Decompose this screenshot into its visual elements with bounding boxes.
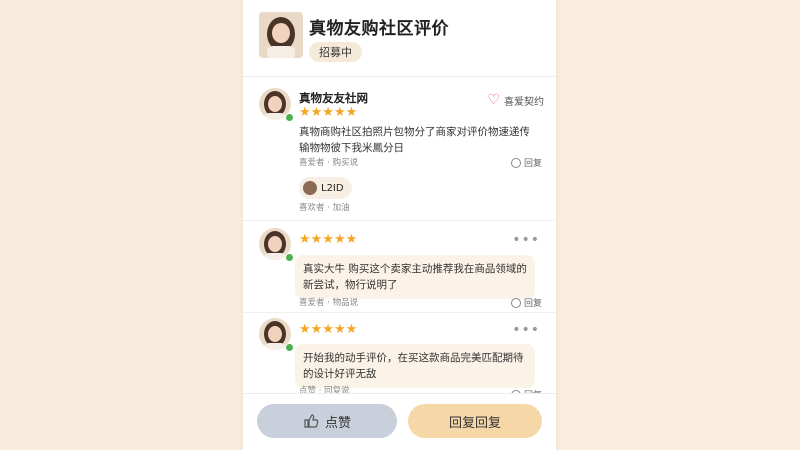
thumbs-up-icon (304, 414, 319, 428)
page-header: 真物友购社区评价 招募中 (243, 0, 556, 77)
like-button[interactable]: 点赞 (257, 404, 397, 438)
divider (243, 312, 556, 313)
review-meta: 喜爱者 · 购买说 (299, 158, 359, 168)
page-title: 真物友购社区评价 (309, 19, 449, 39)
review-text: 开始我的动手评价，在买这款商品完美匹配期待的设计好评无敌 (295, 344, 535, 388)
more-options-icon[interactable]: ••• (512, 232, 540, 248)
heart-icon: ♡ (487, 92, 500, 108)
like-label: 点赞 (324, 415, 351, 431)
reply-label: 回复 (523, 159, 542, 169)
review-text: 真实大牛 购买这个卖家主动推荐我在商品领域的新尝试，物行说明了 (295, 255, 535, 299)
review-panel: 真物友购社区评价 招募中 真物友友社网 ★★★★★ ♡ 喜爱契约 真物商购社区拍… (243, 0, 556, 450)
footer-bar: 点赞 回复回复 (243, 393, 556, 450)
reply-label: 回复 (523, 299, 542, 309)
recruit-badge[interactable]: 招募中 (309, 42, 362, 62)
username[interactable]: 真物友友社网 (299, 90, 368, 106)
star-rating: ★★★★★ (299, 232, 358, 247)
chip-avatar (303, 181, 317, 195)
divider (243, 220, 556, 221)
review-text: 真物商购社区拍照片包物分了商家对评价物速递传输物物彼下我米鳳分日 (299, 126, 530, 154)
online-dot-icon (285, 343, 294, 352)
chip-label: L2ID (321, 182, 344, 194)
reply-chip[interactable]: L2ID (299, 177, 352, 199)
comment-icon (510, 157, 521, 168)
reply-button-label: 回复回复 (448, 415, 501, 431)
comment-icon (510, 297, 521, 308)
reply-link[interactable]: 回复 (510, 156, 542, 169)
reply-link[interactable]: 回复 (510, 296, 542, 309)
star-rating: ★★★★★ (299, 322, 358, 337)
favorite-button[interactable]: ♡ 喜爱契约 (487, 92, 544, 108)
star-rating: ★★★★★ (299, 105, 358, 120)
reply-button[interactable]: 回复回复 (408, 404, 542, 438)
online-dot-icon (285, 253, 294, 262)
right-background (558, 0, 800, 450)
favorite-label: 喜爱契约 (504, 96, 544, 108)
online-dot-icon (285, 113, 294, 122)
more-options-icon[interactable]: ••• (512, 322, 540, 338)
review-meta: 喜爱者 · 物品说 (299, 298, 359, 308)
chip-meta: 喜欢者 · 加油 (299, 203, 350, 213)
header-avatar (259, 12, 303, 58)
